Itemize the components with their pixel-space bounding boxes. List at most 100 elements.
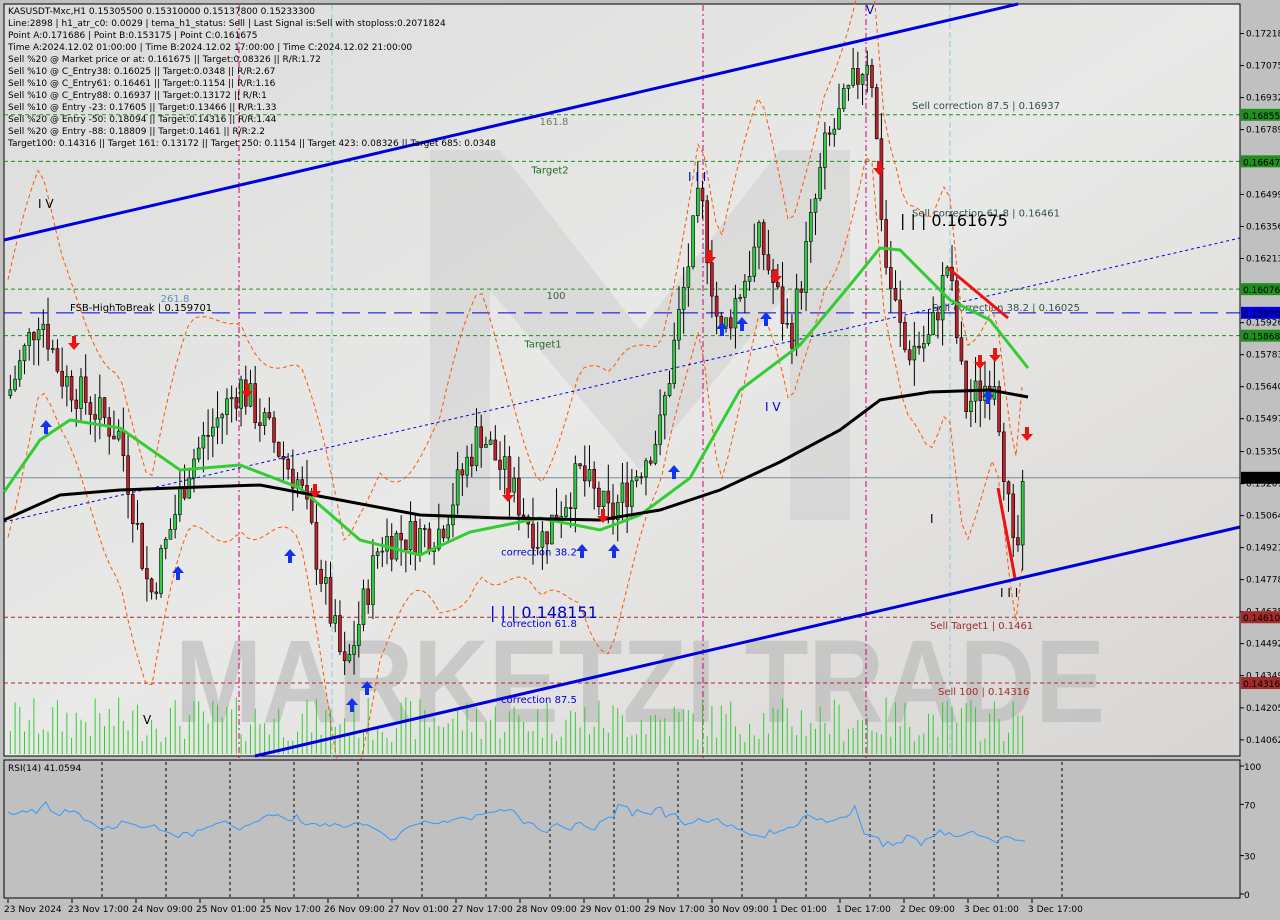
candle-up: [173, 514, 177, 530]
candle-up: [380, 550, 385, 553]
candle-up: [356, 624, 361, 646]
candle-down: [286, 458, 290, 470]
candle-up: [940, 275, 945, 321]
candle-down: [728, 317, 733, 329]
candle-down: [55, 348, 60, 372]
candle-down: [648, 460, 653, 464]
candle-down: [1006, 481, 1011, 495]
info-line: Sell %10 @ C_Entry38: 0.16025 || Target:…: [8, 67, 275, 77]
candle-down: [145, 568, 149, 580]
candle-up: [757, 222, 761, 248]
candle-down: [83, 376, 88, 403]
candle-down: [121, 430, 126, 457]
time-tick-label: 3 Dec 01:00: [964, 905, 1019, 915]
candle-down: [182, 487, 187, 499]
candle-down: [498, 459, 502, 470]
info-line: Point A:0.171686 | Point B:0.153175 | Po…: [8, 31, 258, 41]
candle-up: [168, 529, 173, 540]
candle-up: [488, 439, 493, 445]
time-tick-label: 29 Nov 17:00: [644, 905, 705, 915]
candle-up: [13, 378, 17, 391]
candle-down: [578, 463, 582, 467]
candle-up: [931, 312, 935, 335]
candle-down: [93, 414, 97, 420]
candle-down: [460, 469, 465, 476]
time-tick-label: 23 Nov 17:00: [68, 905, 129, 915]
candle-up: [695, 187, 700, 216]
time-tick-label: 1 Dec 17:00: [836, 905, 891, 915]
candle-up: [653, 444, 658, 464]
candle-down: [625, 482, 629, 507]
candle-up: [794, 288, 799, 349]
candle-up: [644, 460, 648, 478]
candle-down: [568, 507, 573, 509]
candle-up: [823, 132, 827, 168]
info-line: Sell %10 @ C_Entry88: 0.16937 || Target:…: [8, 91, 267, 101]
candle-up: [926, 334, 931, 344]
candle-down: [88, 402, 93, 415]
candle-down: [936, 312, 940, 321]
candle-up: [865, 65, 870, 75]
candle-up: [41, 323, 46, 330]
candle-up: [832, 128, 837, 135]
candle-down: [130, 494, 135, 525]
rsi-label: RSI(14) 41.0594: [8, 764, 81, 774]
candle-up: [658, 414, 662, 445]
candle-down: [531, 523, 535, 549]
candle-up: [178, 487, 182, 515]
candle-up: [540, 531, 545, 548]
candle-up: [371, 555, 375, 605]
candle-up: [813, 198, 818, 213]
candle-down: [545, 531, 549, 545]
candle-up: [262, 412, 267, 427]
time-tick-label: 25 Nov 17:00: [260, 905, 321, 915]
candle-down: [959, 337, 964, 362]
candle-down: [319, 568, 323, 584]
candle-up: [474, 426, 479, 467]
candle-up: [465, 456, 469, 476]
price-badge-text: 0.14610: [1243, 614, 1280, 624]
candle-down: [366, 588, 370, 605]
info-line: Sell %10 @ Entry -23: 0.17605 || Target:…: [8, 103, 276, 113]
candle-down: [884, 219, 888, 268]
candle-down: [300, 479, 305, 486]
price-tick-label: 0.15926: [1246, 319, 1280, 329]
time-tick-label: 3 Dec 17:00: [1028, 905, 1083, 915]
candle-down: [206, 434, 210, 437]
candle-up: [98, 397, 102, 420]
candle-up: [211, 426, 215, 437]
time-tick-label: 23 Nov 2024: [4, 905, 62, 915]
candle-down: [898, 299, 903, 323]
price-badge-text: 0.14316: [1243, 680, 1280, 690]
time-tick-label: 24 Nov 09:00: [132, 905, 193, 915]
info-line: Sell %20 @ Entry -88: 0.18809 || Target:…: [8, 127, 265, 137]
candle-down: [799, 288, 804, 293]
candle-up: [846, 84, 851, 89]
candle-down: [413, 521, 418, 555]
rsi-pane[interactable]: [3, 759, 1241, 899]
price-tick-label: 0.14778: [1246, 576, 1280, 586]
candle-up: [738, 297, 742, 299]
candle-down: [592, 468, 596, 489]
candle-up: [418, 528, 422, 555]
price-tick-label: 0.14205: [1246, 704, 1280, 714]
candle-up: [22, 345, 27, 362]
candle-down: [441, 528, 446, 539]
candle-up: [667, 383, 672, 396]
level-label: correction 38.2: [501, 547, 577, 558]
wave-label: V: [143, 713, 152, 727]
candle-down: [1002, 431, 1006, 483]
candle-down: [507, 456, 512, 493]
price-tick-label: 0.15064: [1246, 512, 1280, 522]
wave-label: I I I: [688, 170, 706, 184]
level-label: Sell correction 38.2 | 0.16025: [932, 303, 1080, 314]
rsi-tick-label: 70: [1244, 801, 1256, 811]
time-tick-label: 1 Dec 01:00: [772, 905, 827, 915]
candle-down: [889, 267, 893, 289]
candle-down: [149, 578, 154, 593]
price-tick-label: 0.17075: [1246, 62, 1280, 72]
candle-up: [50, 348, 55, 350]
candle-down: [154, 591, 159, 594]
candle-down: [761, 222, 766, 255]
trading-chart[interactable]: MARKETZI TRADE Sell correction 87.5 | 0.…: [0, 0, 1280, 920]
